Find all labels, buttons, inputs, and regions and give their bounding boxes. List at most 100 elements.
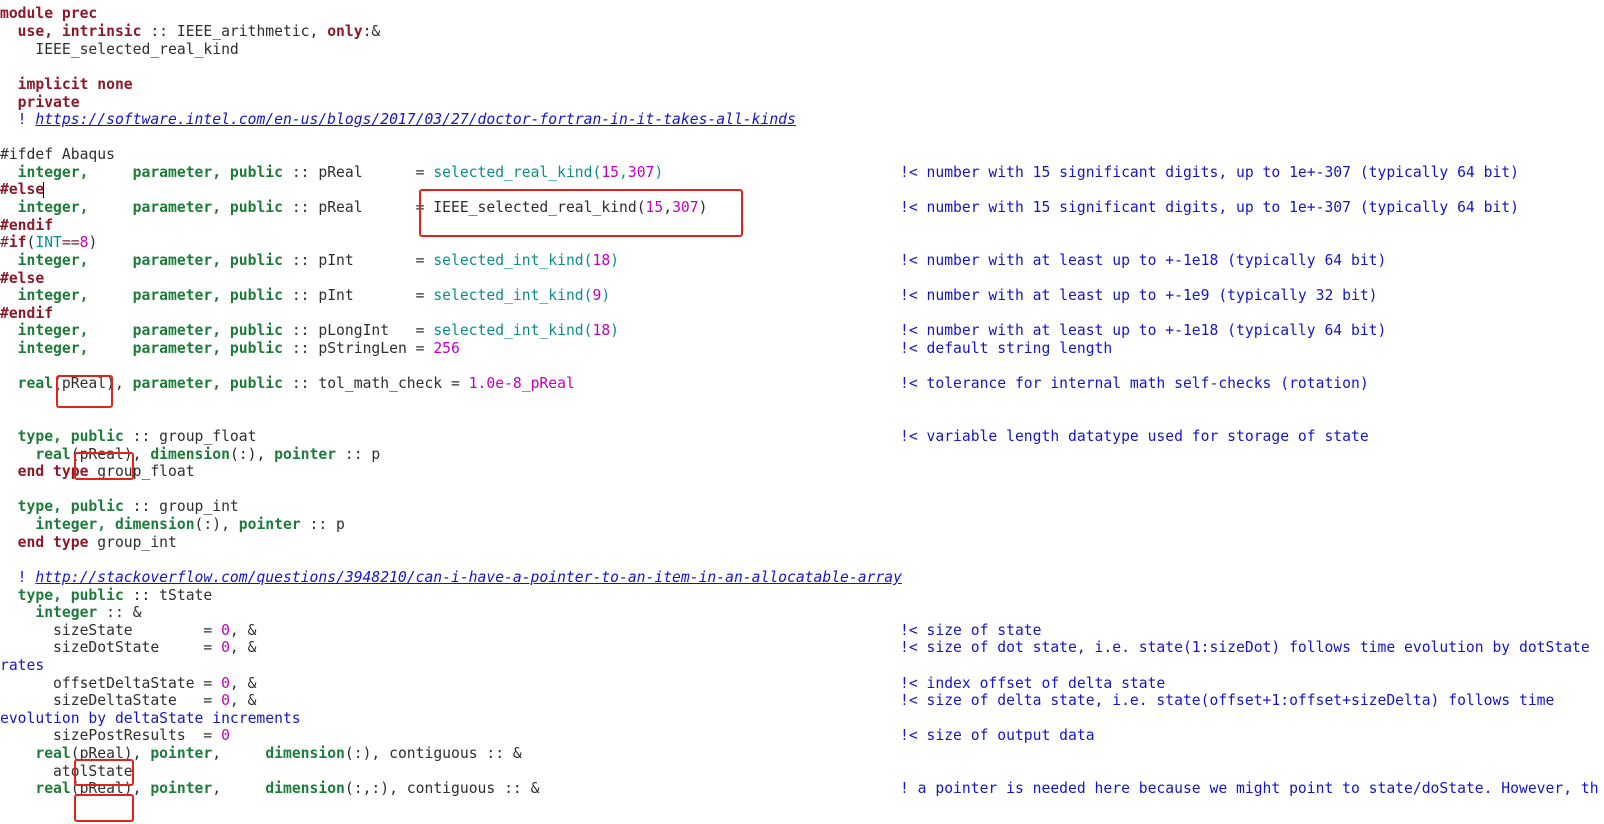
- code-comment: !< number with at least up to +-1e18 (ty…: [900, 252, 1387, 269]
- code-comment: !< variable length datatype used for sto…: [900, 428, 1369, 445]
- comment-token: !: [0, 111, 36, 128]
- code-token: real: [0, 745, 71, 762]
- code-token: selected_int_kind(: [433, 287, 593, 304]
- code-token: pointer: [150, 780, 213, 797]
- code-token: (:),: [229, 446, 275, 463]
- code-token: :: p: [300, 516, 345, 533]
- code-token: #: [0, 234, 9, 251]
- code-token: :: group_int: [123, 498, 239, 515]
- text-cursor: [43, 182, 44, 198]
- code-token: :: pInt =: [282, 287, 434, 304]
- code-token: pointer: [150, 745, 213, 762]
- code-token: (:), contiguous :: &: [344, 745, 522, 762]
- code-token: sizeDotState =: [0, 639, 222, 656]
- code-token: parameter, public: [88, 199, 283, 216]
- code-token: :: p: [336, 446, 381, 463]
- comment-token: !: [0, 569, 36, 586]
- code-token: integer,: [0, 322, 89, 339]
- code-comment: !< size of state: [900, 622, 1042, 639]
- code-comment: !< number with at least up to +-1e9 (typ…: [900, 287, 1378, 304]
- code-line: #endif: [0, 305, 54, 322]
- code-token: selected_int_kind(: [433, 322, 593, 339]
- code-token: dimension: [150, 446, 230, 463]
- code-token: parameter, public: [88, 340, 283, 357]
- code-token: 0: [221, 692, 230, 709]
- code-token: real: [0, 375, 54, 392]
- code-token: 15: [601, 164, 620, 181]
- code-token: parameter, public: [88, 164, 283, 181]
- code-line: integer, dimension(:), pointer :: p: [0, 516, 345, 534]
- code-line: offsetDeltaState = 0, &: [0, 675, 256, 693]
- code-comment: !< size of output data: [900, 727, 1095, 744]
- code-line: #else: [0, 270, 45, 287]
- code-token: 0: [221, 675, 230, 692]
- code-token: :: pReal =: [282, 164, 434, 181]
- code-line: sizeDotState = 0, &: [0, 639, 256, 657]
- code-token: :: tState: [123, 587, 213, 604]
- code-token: :: tol_math_check =: [282, 375, 469, 392]
- code-token: 0: [221, 727, 230, 744]
- code-comment: !< tolerance for internal math self-chec…: [900, 375, 1369, 392]
- code-token: integer,: [0, 340, 89, 357]
- code-line: IEEE_selected_real_kind: [0, 41, 239, 58]
- code-line: integer, parameter, public :: pReal = se…: [0, 164, 664, 182]
- code-line: integer, parameter, public :: pLongInt =…: [0, 322, 619, 340]
- code-token: selected_real_kind(: [433, 164, 602, 181]
- highlight-box: [419, 189, 743, 237]
- code-line: #ifdef Abaqus: [0, 146, 115, 163]
- code-token: ): [654, 164, 664, 181]
- code-line: real(pReal), dimension(:), pointer :: p: [0, 446, 380, 464]
- code-comment: !< number with 15 significant digits, up…: [900, 164, 1519, 181]
- code-token: only: [327, 23, 363, 40]
- code-token: use, intrinsic: [0, 23, 142, 40]
- code-token: ,: [619, 164, 628, 181]
- code-token: 18: [592, 322, 611, 339]
- code-token: , &: [229, 675, 257, 692]
- code-line: private: [0, 94, 80, 111]
- code-comment: evolution by deltaState increments: [0, 710, 301, 727]
- code-token: :: pStringLen =: [282, 340, 434, 357]
- url-link[interactable]: http://stackoverflow.com/questions/39482…: [35, 569, 902, 586]
- code-token: INT: [35, 234, 62, 251]
- code-token: ,: [212, 780, 266, 797]
- code-token: integer,: [0, 164, 89, 181]
- code-line: ! http://stackoverflow.com/questions/394…: [0, 569, 902, 587]
- highlight-box: [74, 452, 134, 480]
- code-comment: !< size of delta state, i.e. state(offse…: [900, 692, 1555, 709]
- code-comment: rates: [0, 657, 45, 674]
- code-token: ): [610, 252, 620, 269]
- code-token: :: IEEE_arithmetic,: [141, 23, 328, 40]
- code-line: integer :: &: [0, 604, 141, 622]
- code-line: module prec: [0, 5, 97, 23]
- code-comment: !< number with at least up to +-1e18 (ty…: [900, 322, 1387, 339]
- code-token: offsetDeltaState =: [0, 675, 222, 692]
- code-token: sizeState =: [0, 622, 222, 639]
- highlight-box: [74, 794, 134, 822]
- code-token: type, public: [0, 587, 124, 604]
- code-token: pointer: [238, 516, 301, 533]
- url-link[interactable]: https://software.intel.com/en-us/blogs/2…: [35, 111, 795, 128]
- code-token: real: [0, 780, 71, 797]
- code-editor[interactable]: module prec use, intrinsic :: IEEE_arith…: [0, 0, 1604, 824]
- code-token: integer,: [0, 287, 89, 304]
- code-line: ! https://software.intel.com/en-us/blogs…: [0, 111, 796, 129]
- code-comment: !< index offset of delta state: [900, 675, 1166, 692]
- code-token: dimension: [265, 780, 345, 797]
- highlight-box: [56, 375, 113, 408]
- code-token: sizePostResults =: [0, 727, 222, 744]
- code-token: group_int: [88, 534, 177, 551]
- code-token: type, public: [0, 498, 124, 515]
- code-token: :: pInt =: [282, 252, 434, 269]
- code-token: module prec: [0, 5, 98, 22]
- code-token: , &: [229, 639, 257, 656]
- code-line: implicit none: [0, 76, 133, 93]
- code-line: #endif: [0, 217, 54, 234]
- code-token: 9: [592, 287, 602, 304]
- code-comment: !< number with 15 significant digits, up…: [900, 199, 1519, 216]
- code-token: ==: [61, 234, 80, 251]
- code-line: integer, parameter, public :: pInt = sel…: [0, 287, 611, 305]
- code-token: pointer: [274, 446, 337, 463]
- code-token: (:),: [194, 516, 239, 533]
- code-token: , &: [229, 622, 257, 639]
- code-token: parameter, public: [132, 375, 283, 392]
